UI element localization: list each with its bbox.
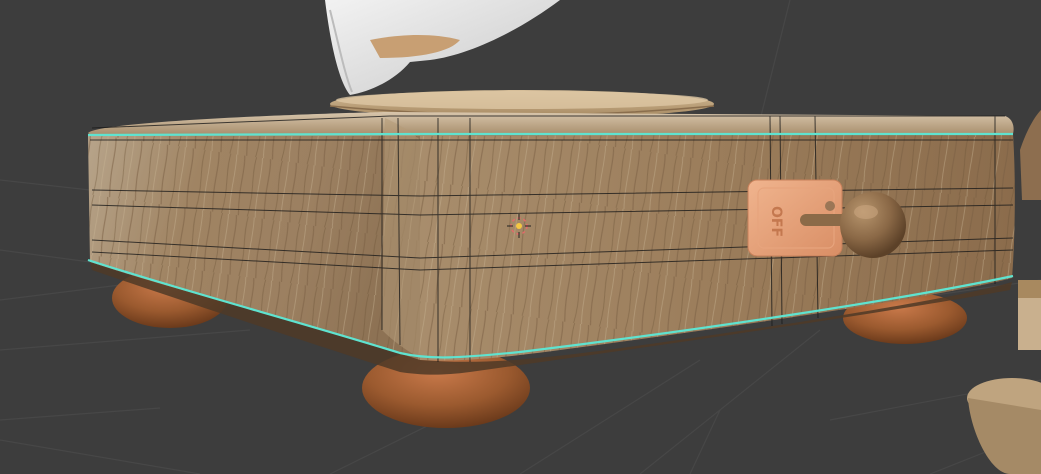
white-cloth-figure[interactable]	[325, 0, 560, 95]
switch-label: OFF	[768, 206, 784, 237]
3d-viewport[interactable]: OFF	[0, 0, 1041, 474]
switch-lever-knob	[840, 192, 906, 258]
